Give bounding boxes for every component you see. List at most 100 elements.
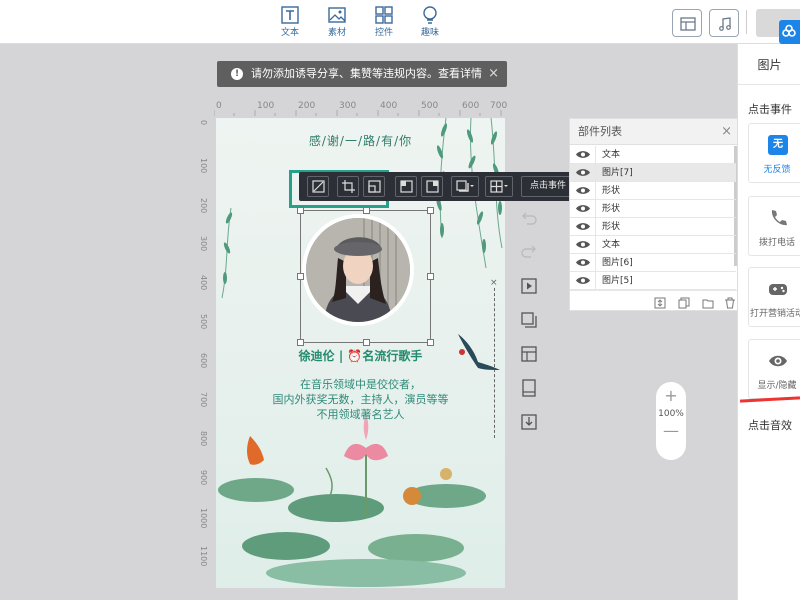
layer-row[interactable]: 形状 (570, 218, 736, 236)
notice-close-icon[interactable]: × (488, 61, 499, 87)
resize-handle-tr[interactable] (427, 207, 434, 214)
thanks-heading[interactable]: 感/谢/一/路/有/你 (216, 132, 505, 149)
open-marketing-option[interactable]: 打开营销活动 (748, 267, 800, 327)
ruler-v-tick: 900 (199, 470, 208, 486)
layer-row[interactable]: 形状 (570, 200, 736, 218)
resize-handle-b[interactable] (363, 339, 370, 346)
copy-layer-icon[interactable] (678, 294, 690, 309)
ruler-v-tick: 100 (199, 158, 208, 174)
horizontal-ruler: 0 100 200 300 400 500 600 700 (214, 100, 508, 116)
eye-icon[interactable] (570, 218, 596, 235)
ruler-h-tick: 300 (339, 101, 357, 111)
layer-row[interactable]: 文本 (570, 146, 736, 164)
call-phone-option[interactable]: 拨打电话 (748, 196, 800, 256)
zoom-level: 100% (658, 409, 684, 419)
redo-icon[interactable] (520, 242, 538, 260)
resize-handle-r[interactable] (427, 273, 434, 280)
layers-footer (570, 290, 738, 310)
layer-row[interactable]: 图片[5] (570, 272, 736, 290)
click-event-heading: 点击事件 (748, 103, 792, 116)
grid-icon[interactable] (520, 345, 538, 363)
layer-label: 图片[6] (602, 258, 633, 268)
delete-layer-icon[interactable] (724, 294, 736, 309)
layers-panel-title: 部件列表 (578, 125, 622, 138)
ruler-v-tick: 500 (199, 314, 208, 330)
text-tool[interactable]: 文本 (270, 6, 310, 38)
ruler-h-tick: 700 (490, 101, 508, 111)
no-style-icon (312, 180, 325, 193)
eye-icon[interactable] (570, 254, 596, 271)
widget-icon (375, 6, 393, 24)
compliance-notice: ! 请勿添加诱导分享、集赞等违规内容。查看详情 × (217, 61, 507, 87)
preview-icon[interactable] (520, 277, 538, 295)
crop-icon (342, 180, 355, 193)
ruler-v-tick: 200 (199, 198, 208, 214)
zoom-in-button[interactable]: + (656, 386, 686, 405)
no-feedback-option[interactable]: 无 无反馈 (748, 123, 800, 183)
material-tool[interactable]: 素材 (317, 6, 357, 38)
eye-icon[interactable] (570, 146, 596, 163)
singer-name[interactable]: 徐迪伦 | ⏰名流行歌手 (216, 347, 505, 364)
shadow-button[interactable] (451, 176, 479, 197)
widget-tool[interactable]: 控件 (364, 6, 404, 38)
ruler-h-tick: 400 (380, 101, 398, 111)
eye-icon[interactable] (570, 272, 596, 289)
text-tool-label: 文本 (280, 28, 299, 38)
floating-service-badge[interactable] (779, 20, 800, 44)
properties-panel: 图片 点击事件 无 无反馈 拨打电话 打开营销活动 显示/隐藏 点击音效 (737, 44, 800, 600)
resize-handle-l[interactable] (297, 273, 304, 280)
option-label: 显示/隐藏 (757, 381, 797, 391)
layer-label: 形状 (602, 186, 621, 196)
eye-icon (769, 355, 787, 367)
clear-style-button[interactable] (307, 176, 329, 197)
notice-text[interactable]: 请勿添加诱导分享、集赞等违规内容。查看详情 (251, 67, 482, 80)
download-icon[interactable] (520, 413, 538, 431)
layer-label: 图片[5] (602, 276, 633, 286)
ruler-v-tick: 1000 (199, 508, 208, 529)
border-button[interactable] (485, 176, 513, 197)
fun-tool[interactable]: 趣味 (410, 6, 450, 38)
align-right-button[interactable] (421, 176, 443, 197)
fun-tool-label: 趣味 (420, 28, 439, 38)
image-icon (328, 7, 346, 23)
singer-description[interactable]: 在音乐领域中是佼佼者， 国内外获奖无数，主持人，演员等等 不用领域著名艺人 (216, 377, 505, 422)
phone-icon (771, 210, 787, 226)
align-icon[interactable] (654, 294, 666, 309)
resize-icon (368, 180, 381, 193)
layers-icon[interactable] (520, 311, 538, 329)
layer-label: 文本 (602, 240, 621, 250)
resize-handle-br[interactable] (427, 339, 434, 346)
lotus-illustration (218, 414, 486, 587)
layer-row[interactable]: 图片[6] (570, 254, 736, 272)
guide-close-icon[interactable]: × (490, 278, 498, 288)
music-icon (719, 17, 731, 31)
folder-icon[interactable] (702, 294, 714, 309)
ruler-v-tick: 300 (199, 236, 208, 252)
image-selection-box[interactable] (297, 207, 434, 346)
show-hide-option[interactable]: 显示/隐藏 (748, 339, 800, 399)
zoom-control: + 100% — (656, 382, 686, 460)
eye-icon[interactable] (570, 182, 596, 199)
cloud-icon (782, 24, 796, 37)
tablet-icon[interactable] (520, 379, 538, 397)
eye-icon[interactable] (570, 200, 596, 217)
ruler-v-tick: 800 (199, 431, 208, 447)
eye-icon[interactable] (570, 236, 596, 253)
layer-row[interactable]: 图片[7] (570, 164, 736, 182)
layers-close-icon[interactable]: × (721, 119, 732, 145)
layer-row[interactable]: 文本 (570, 236, 736, 254)
resize-handle-t[interactable] (363, 207, 370, 214)
layout-button[interactable] (672, 9, 702, 37)
fit-button[interactable] (363, 176, 385, 197)
eye-icon[interactable] (570, 164, 596, 181)
ruler-h-tick: 600 (462, 101, 480, 111)
option-label: 打开营销活动 (749, 309, 800, 319)
undo-icon[interactable] (520, 209, 538, 227)
resize-handle-tl[interactable] (297, 207, 304, 214)
music-button[interactable] (709, 9, 739, 37)
align-left-button[interactable] (395, 176, 417, 197)
resize-handle-bl[interactable] (297, 339, 304, 346)
layer-row[interactable]: 形状 (570, 182, 736, 200)
zoom-out-button[interactable]: — (656, 421, 686, 440)
crop-button[interactable] (337, 176, 359, 197)
